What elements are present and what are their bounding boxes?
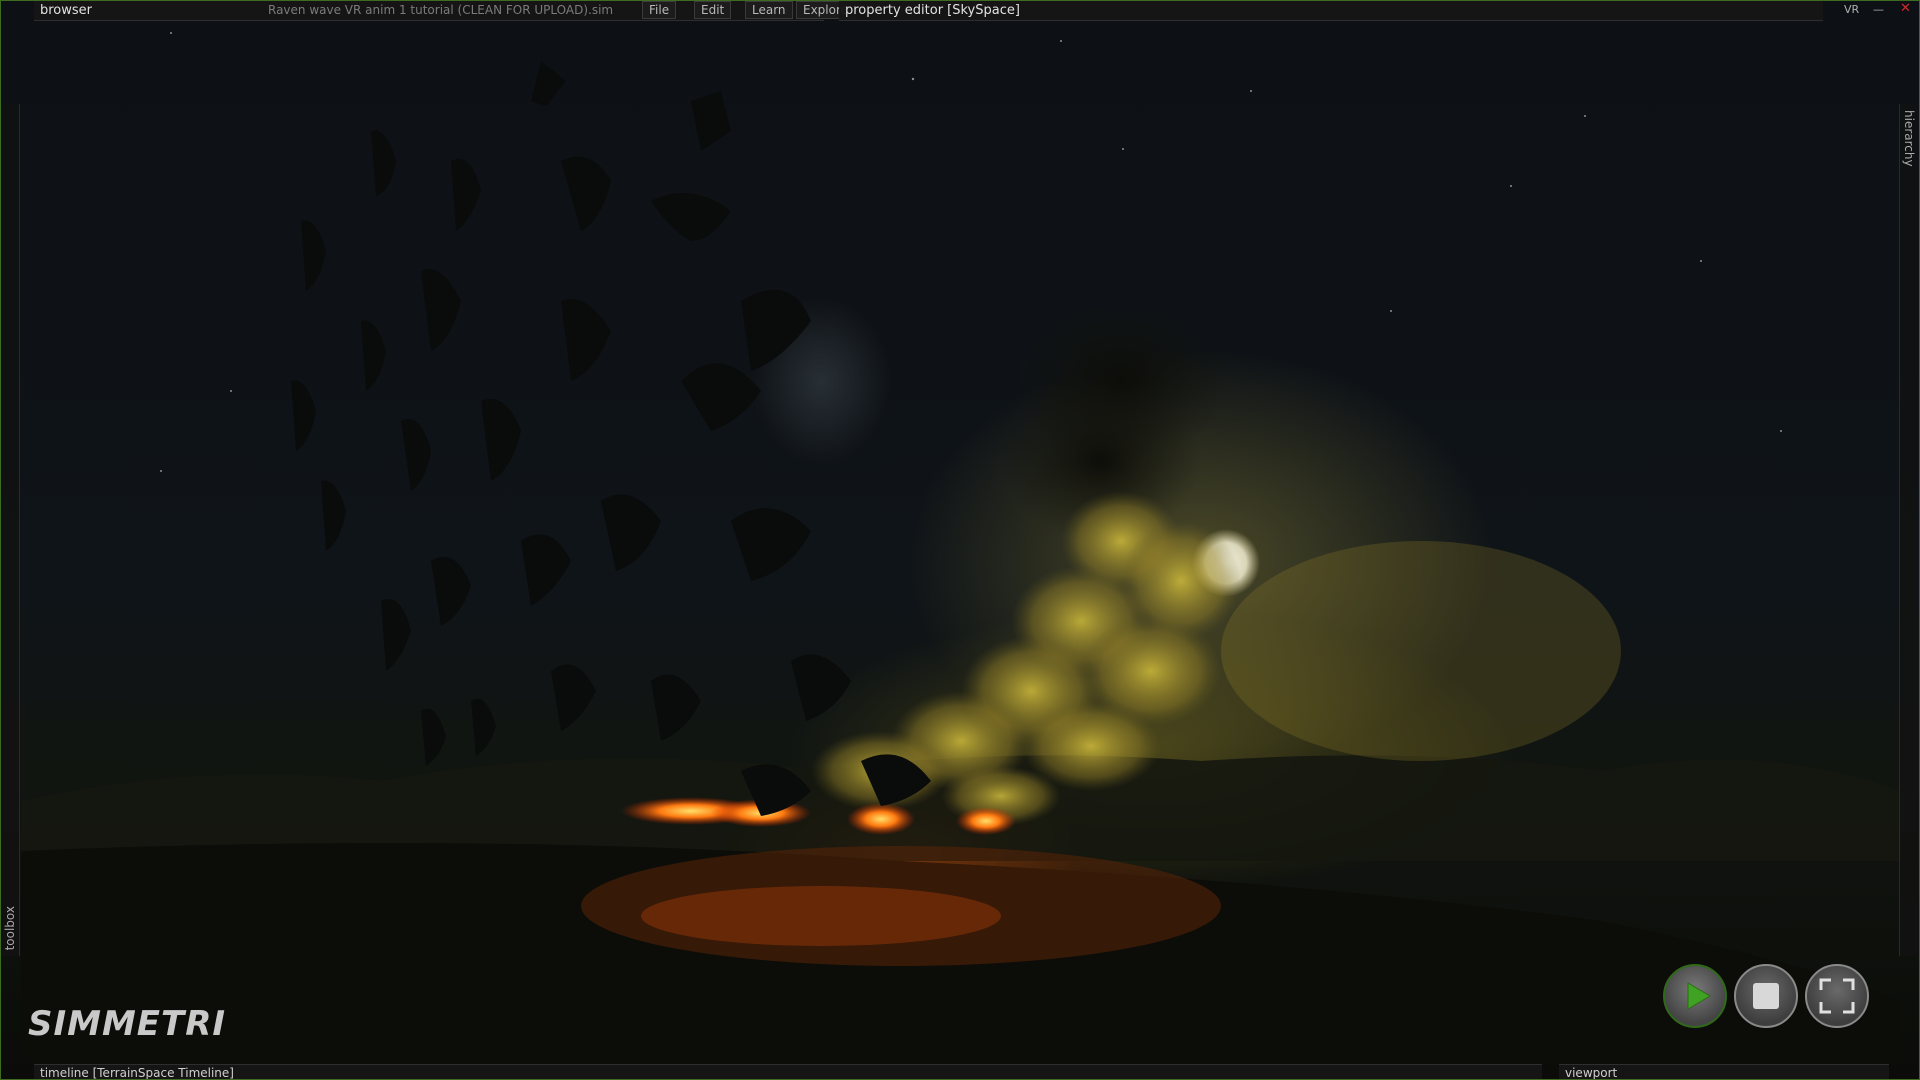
browser-panel-header[interactable]: browser Raven wave VR anim 1 tutorial (C…: [34, 1, 856, 21]
menu-file[interactable]: File: [642, 1, 677, 19]
top-bar: browser Raven wave VR anim 1 tutorial (C…: [1, 1, 1919, 21]
hierarchy-tab-label: hierarchy: [1902, 110, 1916, 167]
hierarchy-tab[interactable]: hierarchy: [1899, 104, 1918, 956]
fullscreen-icon: [1819, 978, 1855, 1014]
timeline-panel-title: timeline [TerrainSpace Timeline]: [40, 1066, 234, 1080]
fullscreen-button[interactable]: [1805, 964, 1869, 1028]
property-editor-title: property editor [SkySpace]: [845, 3, 1020, 18]
scene-artwork: [21, 32, 1901, 1063]
play-icon: [1687, 982, 1711, 1010]
viewport-panel-header[interactable]: viewport: [1559, 1064, 1889, 1080]
minimize-button[interactable]: —: [1873, 3, 1884, 16]
simmetri-logo: SIMMETRI: [28, 1004, 227, 1044]
scene-file-name: Raven wave VR anim 1 tutorial (CLEAN FOR…: [268, 3, 614, 17]
timeline-panel-header[interactable]: timeline [TerrainSpace Timeline]: [34, 1064, 1542, 1080]
menu-learn[interactable]: Learn: [745, 1, 793, 19]
browser-panel-title: browser: [40, 3, 93, 18]
stars: [160, 32, 1782, 472]
toolbox-tab-label: toolbox: [3, 905, 17, 950]
property-editor-panel-header[interactable]: property editor [SkySpace]: [839, 1, 1823, 21]
play-button[interactable]: [1663, 964, 1727, 1028]
menu-edit[interactable]: Edit: [694, 1, 732, 19]
stop-icon: [1753, 983, 1779, 1009]
raven-flock: [291, 61, 931, 816]
app-window: browser Raven wave VR anim 1 tutorial (C…: [0, 0, 1920, 1080]
viewport-scene[interactable]: [1, 1, 1919, 1079]
viewport-panel-title: viewport: [1565, 1066, 1618, 1080]
stop-button[interactable]: [1734, 964, 1798, 1028]
vr-toggle[interactable]: VR: [1844, 3, 1859, 16]
close-button[interactable]: ✕: [1900, 1, 1911, 16]
toolbox-tab[interactable]: toolbox: [1, 104, 20, 956]
